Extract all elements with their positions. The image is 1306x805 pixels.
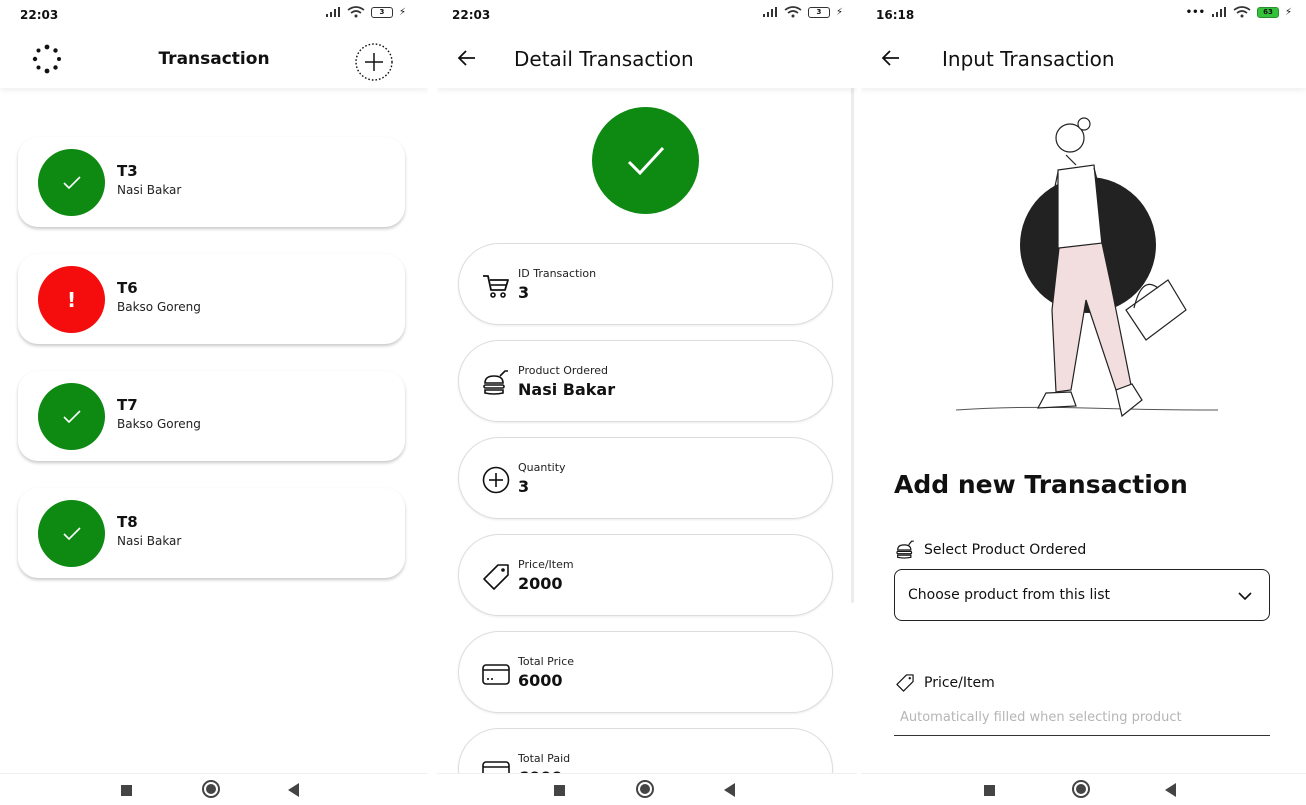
product-select[interactable]: Choose product from this list [894, 569, 1270, 621]
back-arrow-icon[interactable] [879, 46, 903, 70]
detail-field-value: Nasi Bakar [518, 380, 616, 399]
status-success-badge [38, 383, 105, 450]
add-transaction-icon[interactable] [354, 42, 394, 82]
food-icon [481, 368, 511, 398]
detail-field-label: Price/Item [518, 558, 574, 571]
wifi-icon [784, 6, 802, 18]
wifi-icon [1233, 6, 1251, 18]
status-bar: 22:03 3 ⚡ [437, 0, 857, 32]
detail-field-value: 3 [518, 477, 530, 496]
status-success-badge [38, 500, 105, 567]
app-bar: Detail Transaction [437, 32, 857, 88]
input-transaction-screen: 16:18 ••• 63 ⚡ Input Transaction Add new… [861, 0, 1306, 805]
check-icon [62, 409, 81, 423]
charging-icon: ⚡ [835, 6, 843, 18]
page-title: Input Transaction [942, 47, 1115, 71]
detail-field-value: 2000 [518, 574, 563, 593]
transaction-product: Bakso Goreng [117, 417, 201, 431]
system-nav-bar [0, 773, 428, 805]
detail-field-card: Price/Item 2000 [458, 534, 833, 616]
wifi-icon [347, 6, 365, 18]
detail-field-label: Total Price [518, 655, 575, 668]
tag-icon [481, 562, 511, 592]
battery-icon: 3 [807, 6, 830, 18]
walking-woman-illustration [955, 117, 1219, 418]
status-error-badge: ! [38, 266, 105, 333]
plus-circle-icon [481, 465, 511, 495]
transaction-id: T6 [117, 279, 138, 297]
price-label-text: Price/Item [924, 675, 995, 691]
transaction-product: Bakso Goreng [117, 300, 201, 314]
product-field-label: Select Product Ordered [894, 539, 1086, 561]
check-icon [62, 175, 81, 189]
food-icon [896, 540, 914, 559]
detail-field-label: Quantity [518, 461, 566, 474]
detail-field-label: Product Ordered [518, 364, 609, 377]
transaction-list-item[interactable]: ! T6 Bakso Goreng [18, 254, 405, 344]
status-time: 16:18 [876, 8, 915, 22]
detail-field-value: 6000 [518, 671, 563, 690]
status-success-badge [592, 107, 699, 214]
product-label-text: Select Product Ordered [924, 542, 1087, 558]
form-title: Add new Transaction [894, 470, 1188, 499]
detail-field-card: Quantity 3 [458, 437, 833, 519]
transaction-id: T3 [117, 162, 138, 180]
detail-field-card: ID Transaction 3 [458, 243, 833, 325]
battery-icon: 3 [370, 6, 393, 18]
charging-icon: ⚡ [398, 6, 406, 18]
back-nav-button[interactable] [1165, 783, 1176, 797]
transaction-id: T8 [117, 513, 138, 531]
cart-icon [481, 271, 511, 301]
recent-apps-button[interactable] [121, 785, 132, 796]
price-field-label: Price/Item [894, 672, 995, 694]
transaction-list-item[interactable]: T7 Bakso Goreng [18, 371, 405, 461]
signal-icon [1211, 7, 1226, 17]
home-button[interactable] [636, 780, 654, 798]
transaction-product: Nasi Bakar [117, 183, 182, 197]
detail-transaction-screen: 22:03 3 ⚡ Detail Transaction ID Transact… [437, 0, 857, 805]
scrollbar[interactable] [851, 88, 854, 603]
transaction-id: T7 [117, 396, 138, 414]
check-icon [62, 526, 81, 540]
transaction-product: Nasi Bakar [117, 534, 182, 548]
status-bar: 22:03 3 ⚡ [0, 0, 428, 32]
detail-field-card: Total Price 6000 [458, 631, 833, 713]
back-nav-button[interactable] [724, 783, 735, 797]
status-bar: 16:18 ••• 63 ⚡ [861, 0, 1306, 32]
page-title: Detail Transaction [514, 47, 694, 71]
chevron-down-icon [1238, 592, 1252, 601]
status-success-badge [38, 149, 105, 216]
recent-apps-button[interactable] [554, 785, 565, 796]
card-icon [481, 659, 511, 689]
status-time: 22:03 [452, 8, 491, 22]
home-button[interactable] [1072, 780, 1090, 798]
detail-field-value: 3 [518, 283, 530, 302]
app-bar: Input Transaction [861, 32, 1306, 88]
exclamation-icon: ! [66, 287, 77, 312]
transaction-list-screen: 22:03 3 ⚡ Transaction T3 Nasi Bakar! T6 Bak… [0, 0, 428, 805]
transaction-list-item[interactable]: T8 Nasi Bakar [18, 488, 405, 578]
home-button[interactable] [202, 780, 220, 798]
app-bar: Transaction [0, 32, 428, 88]
detail-field-label: Total Paid [518, 752, 571, 765]
battery-icon: 63 [1256, 6, 1279, 18]
detail-field-card: Product Ordered Nasi Bakar [458, 340, 833, 422]
system-nav-bar [437, 773, 857, 805]
back-nav-button[interactable] [288, 783, 299, 797]
more-notifications-icon: ••• [1185, 6, 1205, 18]
system-nav-bar [861, 773, 1306, 805]
check-icon [627, 146, 664, 175]
tag-icon [896, 674, 914, 692]
charging-icon: ⚡ [1284, 6, 1292, 18]
signal-icon [762, 7, 777, 17]
price-input[interactable] [894, 700, 1270, 736]
product-select-placeholder: Choose product from this list [908, 587, 1111, 603]
recent-apps-button[interactable] [984, 785, 995, 796]
signal-icon [325, 7, 340, 17]
back-arrow-icon[interactable] [455, 46, 479, 70]
status-time: 22:03 [20, 8, 59, 22]
detail-field-label: ID Transaction [518, 267, 597, 280]
transaction-list-item[interactable]: T3 Nasi Bakar [18, 137, 405, 227]
